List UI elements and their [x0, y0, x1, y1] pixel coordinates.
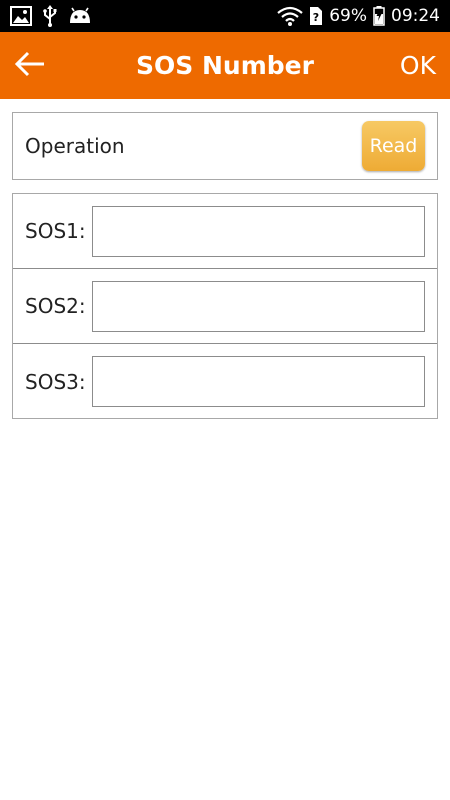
sos-row-3: SOS3:: [13, 344, 437, 419]
sim-icon: ?: [309, 6, 323, 26]
operation-label: Operation: [25, 134, 125, 158]
sos-row-2: SOS2:: [13, 269, 437, 344]
svg-text:?: ?: [313, 11, 319, 24]
sos3-label: SOS3:: [25, 369, 86, 394]
usb-icon: [42, 5, 58, 27]
arrow-left-icon: [14, 51, 46, 81]
read-button[interactable]: Read: [362, 121, 425, 171]
battery-percent: 69%: [329, 6, 367, 26]
status-bar: ? 69% 09:24: [0, 0, 450, 32]
page-title: SOS Number: [136, 51, 314, 80]
back-button[interactable]: [10, 46, 50, 86]
battery-icon: [373, 6, 385, 26]
wifi-icon: [277, 6, 303, 26]
sos1-input[interactable]: [92, 205, 425, 257]
clock: 09:24: [391, 6, 440, 26]
android-icon: [68, 7, 92, 25]
sos3-input[interactable]: [92, 356, 425, 407]
sos1-label: SOS1:: [25, 219, 86, 243]
sos-panel: SOS1: SOS2: SOS3:: [12, 193, 438, 419]
operation-panel: Operation Read: [12, 112, 438, 180]
sos-row-1: SOS1:: [13, 194, 437, 269]
ok-button[interactable]: OK: [400, 51, 440, 80]
app-bar: SOS Number OK: [0, 32, 450, 99]
sos2-input[interactable]: [92, 280, 425, 332]
sos2-label: SOS2:: [25, 294, 86, 318]
image-icon: [10, 6, 32, 26]
